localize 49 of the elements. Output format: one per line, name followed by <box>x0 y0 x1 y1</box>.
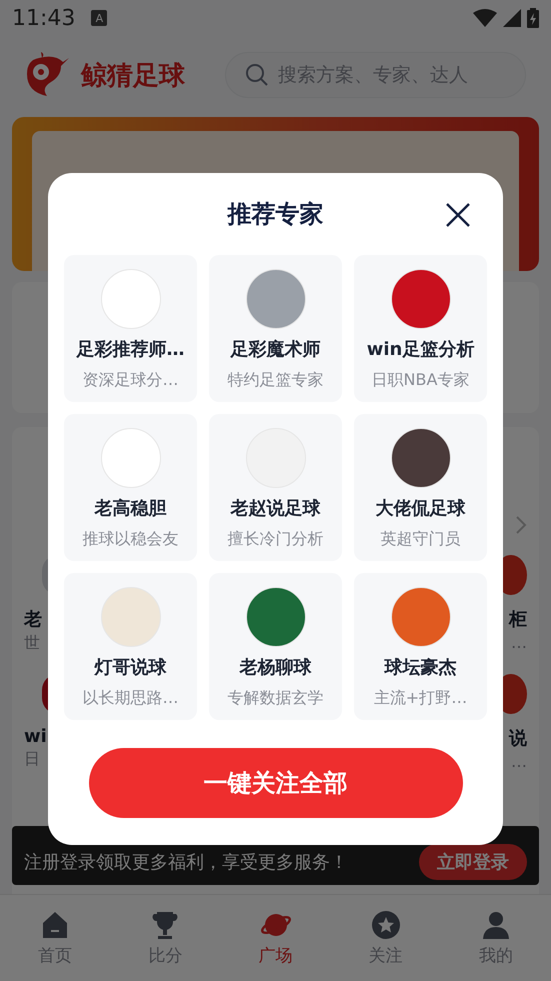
expert-name: 说 <box>509 727 527 750</box>
person-icon <box>480 910 511 940</box>
expert-description: 主流+打野… <box>374 688 468 709</box>
expert-name: 大佬侃足球 <box>376 497 466 520</box>
dialog-title: 推荐专家 <box>228 199 324 230</box>
battery-icon <box>527 8 539 28</box>
expert-description: 日职NBA专家 <box>372 370 470 391</box>
expert-name: 足彩魔术师 <box>230 338 320 361</box>
trophy-icon <box>150 910 180 940</box>
expert-name: 灯哥说球 <box>94 656 166 679</box>
close-icon <box>444 201 472 229</box>
status-time: 11:43 <box>12 6 76 30</box>
expert-description: 专解数据玄学 <box>228 688 324 709</box>
expert-card[interactable]: 大佬侃足球 英超守门员 <box>354 414 487 561</box>
expert-name: win足篮分析 <box>366 338 474 361</box>
expert-description: 推球以稳会友 <box>82 529 178 550</box>
expert-description: … <box>511 752 527 771</box>
expert-name: 老 <box>24 608 42 631</box>
expert-card[interactable]: 老赵说足球 擅长冷门分析 <box>209 414 342 561</box>
expert-description: 日 <box>24 749 40 770</box>
expert-name: 柜 <box>509 608 527 631</box>
expert-name: 足彩推荐师… <box>76 338 184 361</box>
expert-card[interactable]: 足彩魔术师 特约足篮专家 <box>209 255 342 402</box>
expert-card[interactable]: 球坛豪杰 主流+打野… <box>354 573 487 720</box>
close-button[interactable] <box>444 201 472 229</box>
expert-name: 老高稳胆 <box>94 497 166 520</box>
expert-card[interactable]: 老杨聊球 专解数据玄学 <box>209 573 342 720</box>
expert-card[interactable]: 老高稳胆 推球以稳会友 <box>64 414 197 561</box>
expert-card[interactable]: 足彩推荐师… 资深足球分… <box>64 255 197 402</box>
expert-description: 英超守门员 <box>380 529 460 550</box>
expert-card[interactable]: 灯哥说球 以长期思路… <box>64 573 197 720</box>
expert-description: … <box>511 633 527 652</box>
expert-name: 老杨聊球 <box>240 656 312 679</box>
expert-name: wi <box>24 726 47 747</box>
wifi-icon <box>473 9 497 27</box>
expert-name: 球坛豪杰 <box>384 656 456 679</box>
app-logo-text: 鲸猜足球 <box>81 60 185 92</box>
expert-description: 以长期思路… <box>82 688 178 709</box>
signal-icon <box>503 9 521 27</box>
search-icon <box>245 63 269 87</box>
expert-card[interactable]: win足篮分析 日职NBA专家 <box>354 255 487 402</box>
expert-description: 资深足球分… <box>82 370 178 391</box>
login-prompt-text: 注册登录领取更多福利，享受更多服务！ <box>24 850 348 874</box>
notification-icon: A <box>91 10 108 26</box>
expert-description: 特约足篮专家 <box>228 370 324 391</box>
follow-all-button[interactable]: 一键关注全部 <box>88 748 462 818</box>
expert-description: 世 <box>24 633 40 654</box>
expert-description: 擅长冷门分析 <box>228 529 324 550</box>
expert-name: 老赵说足球 <box>230 497 320 520</box>
